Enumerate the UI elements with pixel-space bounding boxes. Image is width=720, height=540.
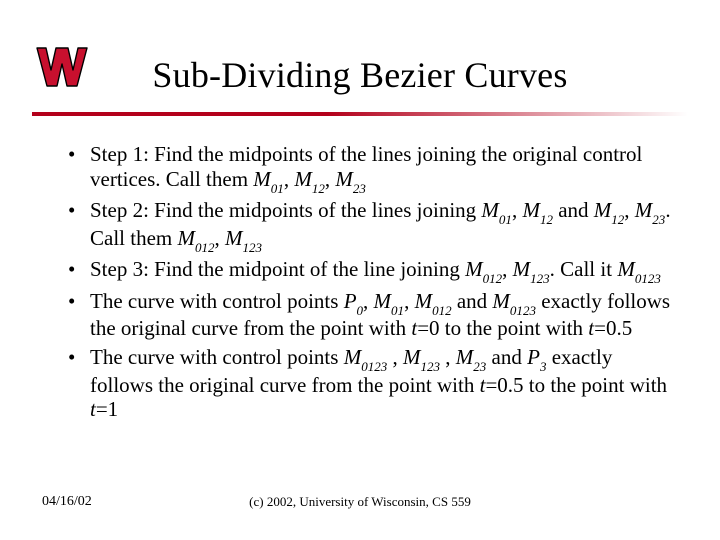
bullet-list: Step 1: Find the midpoints of the lines … bbox=[64, 142, 672, 422]
math-subscript: 01 bbox=[391, 303, 404, 318]
bullet-text: , bbox=[440, 345, 456, 369]
bullet-text: and bbox=[553, 198, 594, 222]
math-subscript: 12 bbox=[611, 212, 624, 227]
title-underline bbox=[32, 112, 688, 116]
math-subscript: 23 bbox=[473, 359, 486, 374]
math-subscript: 01 bbox=[499, 212, 512, 227]
math-symbol: M bbox=[253, 167, 271, 191]
math-subscript: 123 bbox=[243, 240, 263, 255]
bullet-text: . Call it bbox=[550, 257, 618, 281]
math-subscript: 0 bbox=[357, 303, 364, 318]
math-subscript: 0123 bbox=[361, 359, 387, 374]
math-symbol: M bbox=[522, 198, 540, 222]
math-subscript: 123 bbox=[530, 271, 550, 286]
math-symbol: P bbox=[527, 345, 540, 369]
footer-copyright: (c) 2002, University of Wisconsin, CS 55… bbox=[0, 494, 720, 510]
bullet-text: , bbox=[624, 198, 635, 222]
math-subscript: 23 bbox=[353, 181, 366, 196]
bullet-text: Step 2: Find the midpoints of the lines … bbox=[90, 198, 481, 222]
bullet-item: Step 2: Find the midpoints of the lines … bbox=[64, 198, 672, 253]
math-symbol: M bbox=[481, 198, 499, 222]
bullet-text: , bbox=[502, 257, 513, 281]
math-symbol: M bbox=[456, 345, 474, 369]
math-subscript: 12 bbox=[312, 181, 325, 196]
math-subscript: 23 bbox=[652, 212, 665, 227]
math-symbol: M bbox=[492, 289, 510, 313]
bullet-text: , bbox=[284, 167, 295, 191]
bullet-text: and bbox=[486, 345, 527, 369]
bullet-text: , bbox=[387, 345, 403, 369]
bullet-text: =0 to the point with bbox=[417, 316, 588, 340]
bullet-item: Step 3: Find the midpoint of the line jo… bbox=[64, 257, 672, 285]
slide-title: Sub-Dividing Bezier Curves bbox=[0, 54, 720, 96]
math-symbol: M bbox=[617, 257, 635, 281]
math-subscript: 01 bbox=[271, 181, 284, 196]
bullet-text: and bbox=[452, 289, 493, 313]
math-symbol: P bbox=[344, 289, 357, 313]
math-symbol: M bbox=[594, 198, 612, 222]
math-subscript: 012 bbox=[483, 271, 503, 286]
math-subscript: 12 bbox=[540, 212, 553, 227]
bullet-text: The curve with control points bbox=[90, 345, 344, 369]
math-symbol: M bbox=[465, 257, 483, 281]
math-symbol: M bbox=[178, 226, 196, 250]
bullet-text: Step 3: Find the midpoint of the line jo… bbox=[90, 257, 465, 281]
math-subscript: 012 bbox=[195, 240, 215, 255]
math-subscript: 0123 bbox=[510, 303, 536, 318]
math-symbol: M bbox=[415, 289, 433, 313]
math-symbol: M bbox=[335, 167, 353, 191]
bullet-text: The curve with control points bbox=[90, 289, 344, 313]
bullet-text: Step 1: Find the midpoints of the lines … bbox=[90, 142, 642, 191]
bullet-text: , bbox=[512, 198, 523, 222]
math-subscript: 0123 bbox=[635, 271, 661, 286]
bullet-item: Step 1: Find the midpoints of the lines … bbox=[64, 142, 672, 194]
math-symbol: M bbox=[225, 226, 243, 250]
math-symbol: M bbox=[294, 167, 312, 191]
math-symbol: M bbox=[403, 345, 421, 369]
math-symbol: M bbox=[344, 345, 362, 369]
bullet-text: , bbox=[215, 226, 226, 250]
bullet-item: The curve with control points M0123 , M1… bbox=[64, 345, 672, 422]
math-subscript: 123 bbox=[420, 359, 440, 374]
math-symbol: M bbox=[635, 198, 653, 222]
math-subscript: 012 bbox=[432, 303, 452, 318]
math-subscript: 3 bbox=[540, 359, 547, 374]
bullet-text: , bbox=[325, 167, 336, 191]
bullet-text: , bbox=[404, 289, 415, 313]
math-symbol: M bbox=[374, 289, 392, 313]
bullet-text: =1 bbox=[96, 397, 118, 421]
slide: Sub-Dividing Bezier Curves Step 1: Find … bbox=[0, 0, 720, 540]
body-content: Step 1: Find the midpoints of the lines … bbox=[64, 142, 672, 426]
bullet-item: The curve with control points P0, M01, M… bbox=[64, 289, 672, 341]
bullet-text: =0.5 to the point with bbox=[485, 373, 667, 397]
bullet-text: , bbox=[363, 289, 374, 313]
bullet-text: =0.5 bbox=[594, 316, 632, 340]
math-symbol: M bbox=[513, 257, 531, 281]
